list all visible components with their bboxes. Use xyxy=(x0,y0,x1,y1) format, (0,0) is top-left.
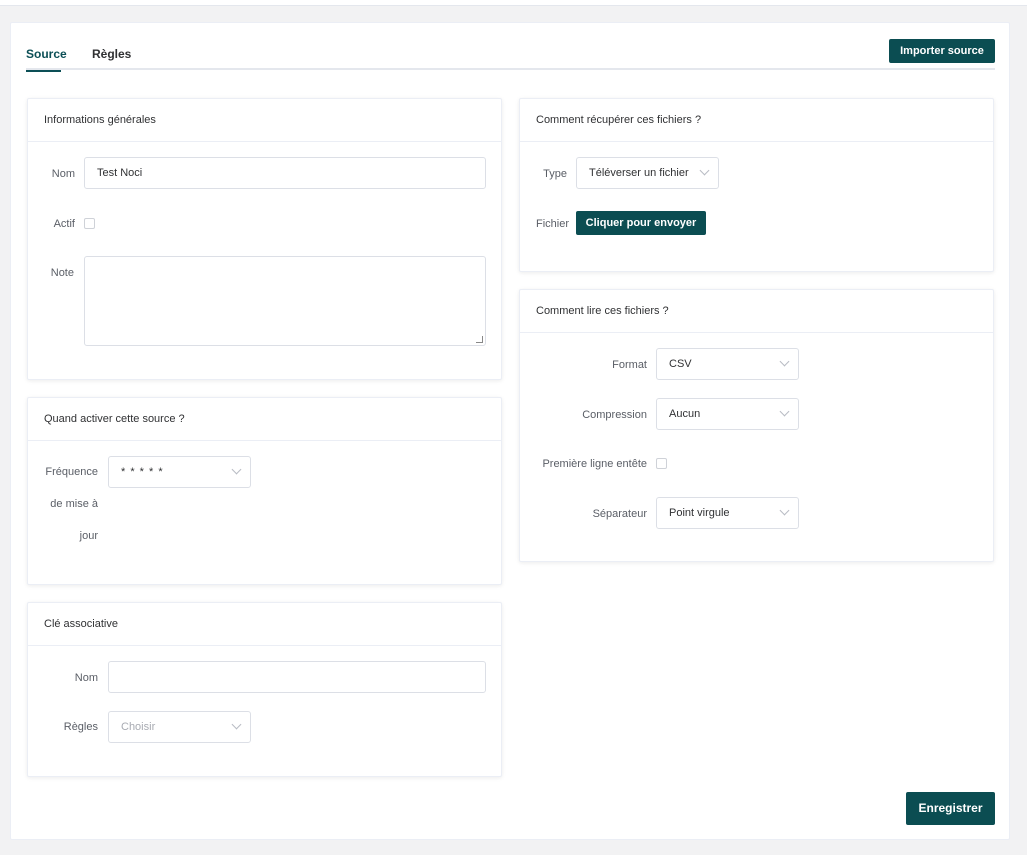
rules-select[interactable]: Choisir xyxy=(108,711,251,743)
format-value: CSV xyxy=(669,358,692,370)
key-title: Clé associative xyxy=(28,603,501,646)
rules-label: Règles xyxy=(63,721,98,733)
file-label: Fichier xyxy=(536,218,570,230)
general-info-card: Informations générales Nom Test Noci Act… xyxy=(27,98,502,380)
type-label: Type xyxy=(543,168,567,180)
active-label: Actif xyxy=(53,218,75,230)
frequency-label-line3: jour xyxy=(79,530,98,542)
general-info-title: Informations générales xyxy=(28,99,501,142)
retrieve-card: Comment récupérer ces fichiers ? Type Té… xyxy=(519,98,994,272)
compression-select[interactable]: Aucun xyxy=(656,398,799,430)
separator-label: Séparateur xyxy=(592,508,647,520)
active-checkbox[interactable] xyxy=(84,218,95,229)
header-row-checkbox[interactable] xyxy=(656,458,667,469)
chevron-down-icon xyxy=(231,464,242,475)
upload-button[interactable]: Cliquer pour envoyer xyxy=(576,211,706,235)
compression-value: Aucun xyxy=(669,408,701,420)
resize-handle-icon[interactable] xyxy=(476,336,483,343)
frequency-value: * * * * * xyxy=(121,466,164,478)
tab-bar: Source Règles xyxy=(26,23,995,72)
source-form-panel: Source Règles Importer source Informatio… xyxy=(10,22,1010,840)
chevron-down-icon xyxy=(779,356,790,367)
tab-rules[interactable]: Règles xyxy=(92,47,131,70)
tab-source[interactable]: Source xyxy=(26,47,67,72)
import-source-button[interactable]: Importer source xyxy=(889,39,995,63)
key-name-input[interactable] xyxy=(108,661,486,693)
read-title: Comment lire ces fichiers ? xyxy=(520,290,993,333)
separator-select[interactable]: Point virgule xyxy=(656,497,799,529)
name-label: Nom xyxy=(51,168,75,180)
note-label: Note xyxy=(50,267,74,279)
separator-value: Point virgule xyxy=(669,507,730,519)
frequency-select[interactable]: * * * * * xyxy=(108,456,251,488)
format-select[interactable]: CSV xyxy=(656,348,799,380)
header-row-label: Première ligne entête xyxy=(542,458,647,470)
frequency-label-line1: Fréquence xyxy=(45,466,98,478)
frequency-label-line2: de mise à xyxy=(50,498,98,510)
chevron-down-icon xyxy=(231,719,242,730)
chevron-down-icon xyxy=(779,406,790,417)
key-name-label: Nom xyxy=(74,672,98,684)
schedule-title: Quand activer cette source ? xyxy=(28,398,501,441)
note-textarea[interactable] xyxy=(84,256,486,346)
chevron-down-icon xyxy=(779,505,790,516)
type-value: Téléverser un fichier xyxy=(589,167,689,179)
type-select[interactable]: Téléverser un fichier xyxy=(576,157,719,189)
top-bar xyxy=(0,0,1027,6)
compression-label: Compression xyxy=(582,409,647,421)
retrieve-title: Comment récupérer ces fichiers ? xyxy=(520,99,993,142)
key-card: Clé associative Nom Règles Choisir xyxy=(27,602,502,777)
save-button[interactable]: Enregistrer xyxy=(906,792,995,825)
rules-placeholder: Choisir xyxy=(121,721,156,733)
chevron-down-icon xyxy=(699,165,710,176)
schedule-card: Quand activer cette source ? Fréquence d… xyxy=(27,397,502,585)
format-label: Format xyxy=(612,359,647,371)
name-input[interactable]: Test Noci xyxy=(84,157,486,189)
read-card: Comment lire ces fichiers ? Format CSV C… xyxy=(519,289,994,562)
